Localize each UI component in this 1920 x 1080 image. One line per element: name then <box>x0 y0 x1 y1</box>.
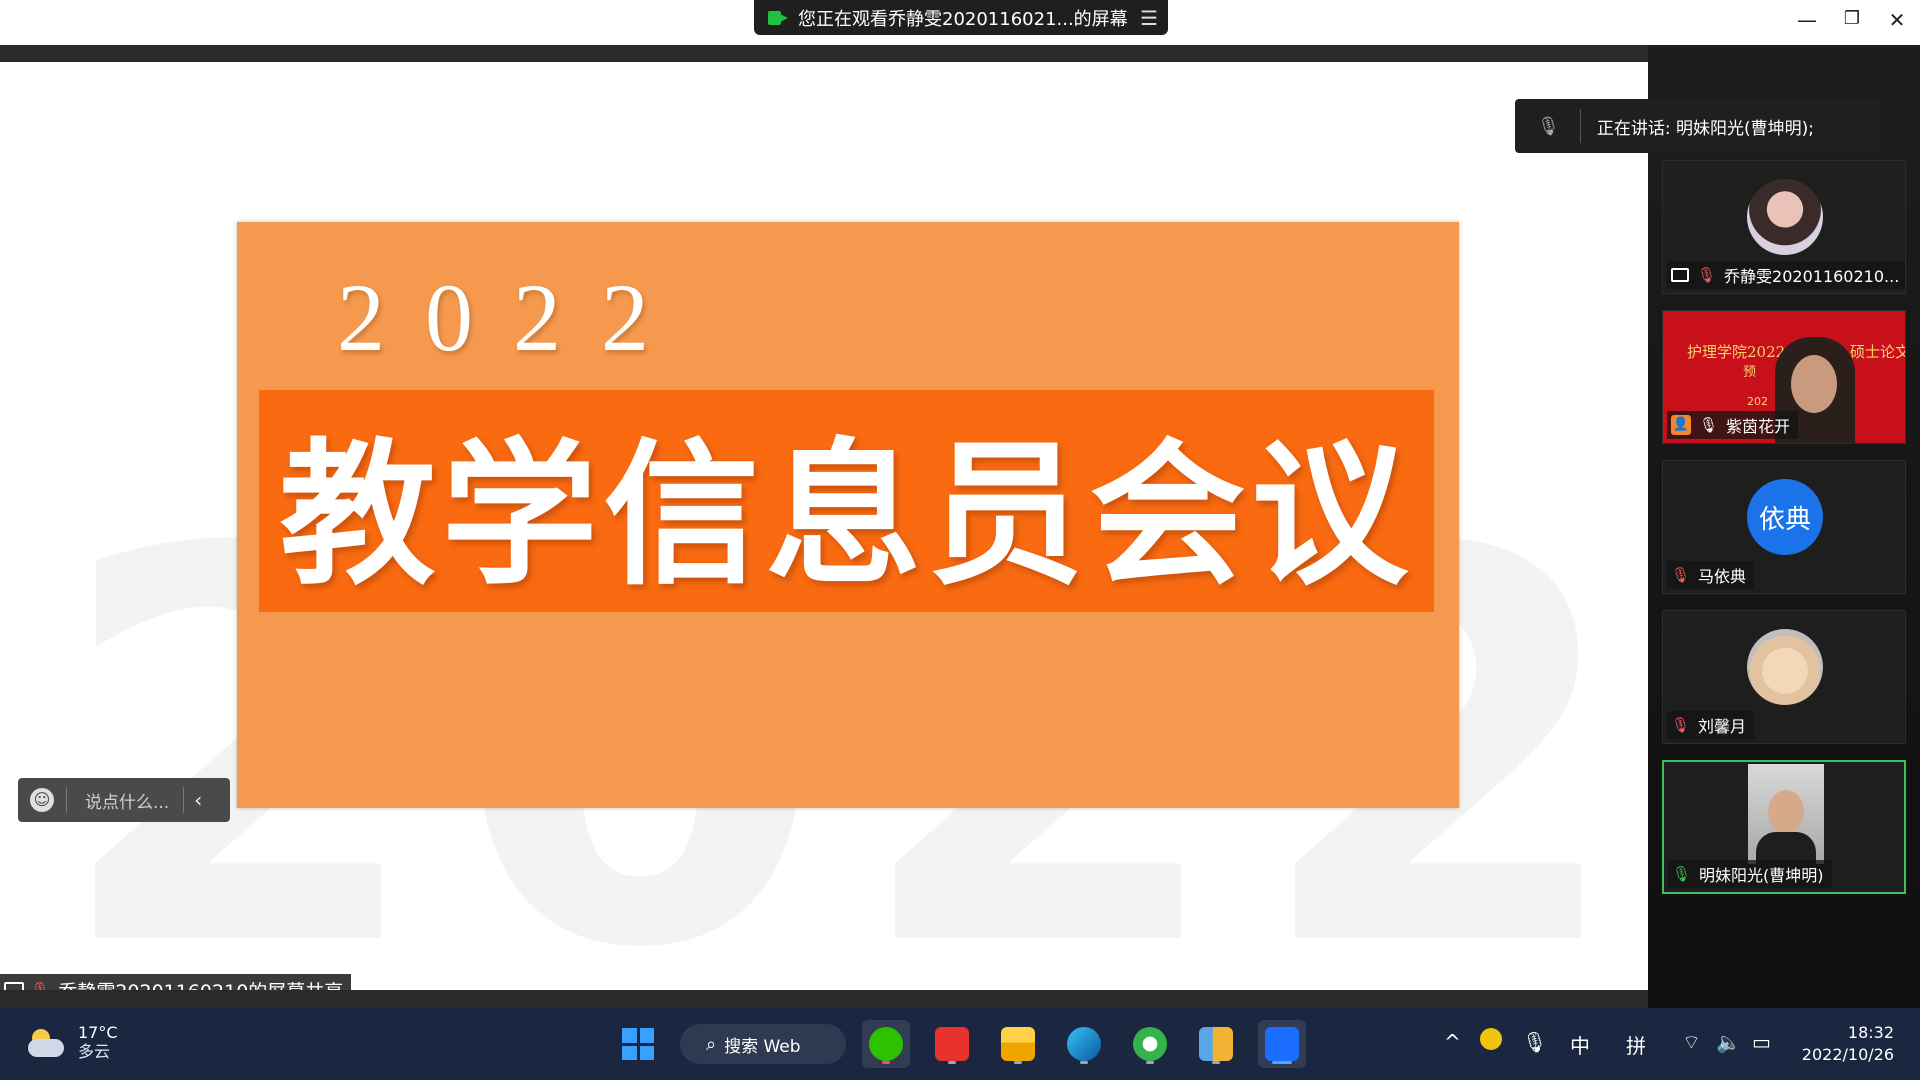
menu-icon[interactable]: ☰ <box>1140 6 1158 30</box>
wifi-icon[interactable]: ⌔ <box>1682 1030 1701 1055</box>
search-label: 搜索 Web <box>724 1036 801 1057</box>
participant-tile[interactable]: 护理学院2022 硕士论文 预 202 👤 🎙 紫茵花开 <box>1662 310 1906 444</box>
mic-muted-icon: 🎙 <box>1697 266 1717 284</box>
share-top-border <box>0 45 1648 62</box>
start-button[interactable] <box>614 1020 662 1068</box>
microphone-icon[interactable]: 🎙 <box>1522 1030 1547 1054</box>
microphone-active-icon: 🎙 <box>1672 865 1692 883</box>
taskbar-app-tencent-meeting[interactable] <box>1258 1020 1306 1068</box>
participant-name: 刘馨月 <box>1698 717 1747 736</box>
participant-name-bar: 👤 🎙 紫茵花开 <box>1667 411 1799 439</box>
participant-name-bar: 🎙 马依典 <box>1667 561 1755 589</box>
mic-muted-icon: 🎙 <box>1671 716 1691 734</box>
search-icon: ⌕ <box>706 1033 717 1055</box>
mic-muted-icon: 🎙 <box>1671 566 1691 584</box>
participant-name: 马依典 <box>1698 567 1747 586</box>
participant-tile[interactable]: 🎙 乔静雯20201160210... <box>1662 160 1906 294</box>
participant-name: 紫茵花开 <box>1726 417 1791 436</box>
emoji-icon[interactable]: ☺ <box>30 788 54 812</box>
video-camera-icon <box>768 10 788 25</box>
share-bottom-border <box>0 990 1648 1008</box>
windows-logo-icon <box>622 1028 654 1060</box>
weather-widget[interactable]: 17°C 多云 <box>28 1024 118 1062</box>
divider <box>183 787 185 813</box>
partly-cloudy-icon <box>28 1029 64 1057</box>
close-button[interactable]: ✕ <box>1882 8 1912 32</box>
running-indicator <box>882 1061 890 1064</box>
microphone-icon: 🎙 <box>1699 416 1719 434</box>
avatar <box>1747 629 1823 705</box>
taskbar-app-explorer[interactable] <box>994 1020 1042 1068</box>
microphone-icon: 🎙 <box>1537 115 1560 137</box>
active-app-indicator <box>1272 1061 1292 1064</box>
presentation-slide: 2022 教学信息员会议 <box>237 222 1459 808</box>
participant-name: 明妹阳光(曹坤明) <box>1699 866 1824 885</box>
participant-name-bar: 🎙 刘馨月 <box>1667 711 1755 739</box>
wps-icon <box>935 1027 969 1061</box>
chat-input-pill[interactable]: ☺ 说点什么... ‹ <box>18 778 230 822</box>
active-speaker-indicator: 🎙 正在讲话: 明妹阳光(曹坤明); <box>1515 99 1881 153</box>
taskbar-app-wps[interactable] <box>928 1020 976 1068</box>
chevron-left-icon[interactable]: ‹ <box>194 788 202 812</box>
avatar <box>1747 179 1823 255</box>
divider <box>66 787 67 813</box>
volume-icon[interactable]: 🔈 <box>1716 1030 1741 1054</box>
participant-name-bar: 🎙 明妹阳光(曹坤明) <box>1668 860 1832 888</box>
video-text: 硕士论文 <box>1849 343 1906 361</box>
tray-app-icon[interactable] <box>1480 1028 1502 1050</box>
video-text: 预 <box>1743 365 1757 380</box>
participant-face <box>1768 790 1804 834</box>
system-clock[interactable]: 18:32 2022/10/26 <box>1790 1022 1894 1066</box>
running-indicator <box>1014 1061 1022 1064</box>
taskbar-search[interactable]: ⌕ 搜索 Web <box>680 1024 846 1064</box>
active-speaker-text: 正在讲话: 明妹阳光(曹坤明); <box>1596 118 1814 139</box>
browser-icon <box>1133 1027 1167 1061</box>
tencent-meeting-icon <box>1265 1027 1299 1061</box>
weather-temperature: 17°C <box>78 1023 118 1042</box>
archive-icon <box>1199 1027 1233 1061</box>
ime-language[interactable]: 中 <box>1570 1030 1590 1059</box>
participant-tile-active-speaker[interactable]: 🎙 明妹阳光(曹坤明) <box>1662 760 1906 894</box>
video-text: 202 <box>1747 395 1768 408</box>
avatar-initials: 依典 <box>1747 479 1823 555</box>
participant-tile[interactable]: 🎙 刘馨月 <box>1662 610 1906 744</box>
battery-icon[interactable]: ▭ <box>1752 1030 1771 1054</box>
chat-input[interactable]: 说点什么... <box>85 788 169 813</box>
screen-share-icon <box>1671 268 1689 282</box>
minimize-button[interactable]: — <box>1792 8 1822 32</box>
taskbar-app-edge[interactable] <box>1060 1020 1108 1068</box>
clock-date: 2022/10/26 <box>1801 1045 1894 1064</box>
taskbar-app-wechat[interactable] <box>862 1020 910 1068</box>
running-indicator <box>1212 1061 1220 1064</box>
ime-mode[interactable]: 拼 <box>1626 1030 1646 1059</box>
participant-name-bar: 🎙 乔静雯20201160210... <box>1667 261 1905 289</box>
participant-face <box>1791 355 1837 413</box>
running-indicator <box>948 1061 956 1064</box>
slide-year: 2022 <box>337 264 689 371</box>
running-indicator <box>1080 1061 1088 1064</box>
edge-browser-icon <box>1067 1027 1101 1061</box>
chevron-up-icon[interactable]: ^ <box>1444 1030 1461 1054</box>
participant-tile[interactable]: 依典 🎙 马依典 <box>1662 460 1906 594</box>
wechat-icon <box>869 1027 903 1061</box>
taskbar-app-browser[interactable] <box>1126 1020 1174 1068</box>
participant-name: 乔静雯20201160210... <box>1724 267 1900 286</box>
folder-icon <box>1001 1027 1035 1061</box>
screen-share-banner-text: 您正在观看乔静雯2020116021...的屏幕 <box>798 8 1128 30</box>
meeting-title-bar: 您正在观看乔静雯2020116021...的屏幕 ☰ — ❐ ✕ <box>0 0 1920 45</box>
shared-screen[interactable]: 2 0 2 2 2022 教学信息员会议 ☺ 说点什么... ‹ <box>0 62 1648 990</box>
clock-time: 18:32 <box>1847 1023 1894 1042</box>
video-text: 护理学院2022 <box>1687 343 1786 361</box>
host-icon: 👤 <box>1671 415 1691 435</box>
weather-condition: 多云 <box>78 1042 111 1061</box>
windows-taskbar: 17°C 多云 ⌕ 搜索 Web ^ 🎙 中 拼 ⌔ 🔈 ▭ 18:32 202… <box>0 1008 1920 1080</box>
running-indicator <box>1146 1061 1154 1064</box>
taskbar-app-archive[interactable] <box>1192 1020 1240 1068</box>
slide-title-band: 教学信息员会议 <box>259 390 1434 612</box>
restore-button[interactable]: ❐ <box>1837 8 1867 29</box>
divider <box>1579 109 1581 143</box>
screen-share-banner[interactable]: 您正在观看乔静雯2020116021...的屏幕 ☰ <box>754 0 1168 35</box>
slide-title: 教学信息员会议 <box>279 424 1414 606</box>
